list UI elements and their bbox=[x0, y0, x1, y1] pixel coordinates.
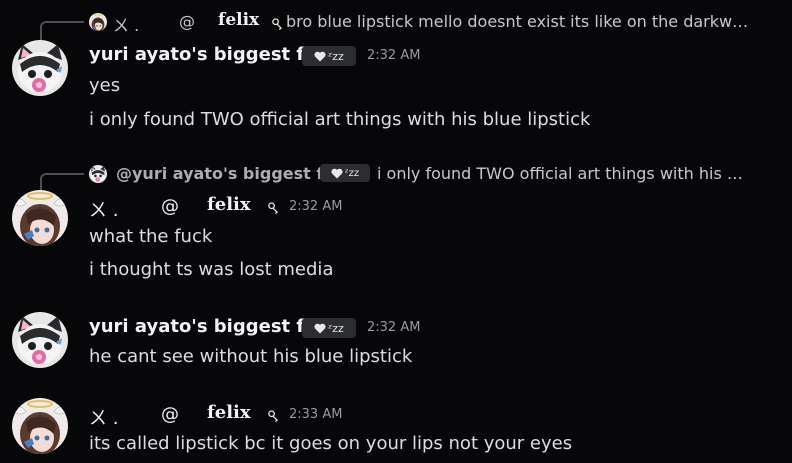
heart-icon bbox=[314, 51, 326, 62]
reply-author-name[interactable]: felix bbox=[218, 10, 259, 30]
badge-text: ᶻz𝗓 bbox=[344, 167, 360, 179]
reply-connector bbox=[40, 21, 84, 41]
message-timestamp: 2:33 AM bbox=[289, 407, 343, 422]
message-text: what the fuck bbox=[89, 226, 213, 247]
pin-tag-icon bbox=[267, 408, 278, 427]
status-badge[interactable]: ᶻz𝗓 bbox=[302, 318, 356, 338]
status-badge[interactable]: ᶻz𝗓 bbox=[320, 164, 370, 182]
avatar[interactable] bbox=[12, 190, 68, 246]
reply-avatar[interactable] bbox=[89, 165, 107, 183]
reply-author-name[interactable]: @yuri ayato's biggest fan bbox=[116, 164, 346, 183]
message-author[interactable]: yuri ayato's biggest fan bbox=[89, 44, 329, 65]
message-author[interactable]: felix bbox=[207, 402, 251, 423]
reply-author-symbols[interactable]: ㄨ . bbox=[113, 12, 139, 36]
heart-icon bbox=[314, 323, 326, 334]
badge-text: ᶻz𝗓 bbox=[328, 49, 344, 63]
message-text: he cant see without his blue lipstick bbox=[89, 346, 413, 367]
message-text: its called lipstick bc it goes on your l… bbox=[89, 433, 573, 454]
status-badge[interactable]: ᶻz𝗓 bbox=[302, 46, 356, 66]
author-at[interactable]: @ bbox=[161, 196, 179, 217]
message-timestamp: 2:32 AM bbox=[367, 320, 421, 335]
pin-tag-icon bbox=[267, 200, 278, 219]
message-text: i thought ts was lost media bbox=[89, 259, 334, 280]
reply-author-at[interactable]: @ bbox=[179, 12, 195, 31]
message-text: i only found TWO official art things wit… bbox=[89, 109, 591, 130]
avatar[interactable] bbox=[12, 312, 68, 368]
author-at[interactable]: @ bbox=[161, 404, 179, 425]
reply-preview-text[interactable]: bro blue lipstick mello doesnt exist its… bbox=[286, 12, 748, 31]
message-author[interactable]: felix bbox=[207, 194, 251, 215]
heart-icon bbox=[331, 168, 343, 179]
message-timestamp: 2:32 AM bbox=[367, 48, 421, 63]
message-timestamp: 2:32 AM bbox=[289, 199, 343, 214]
message-author[interactable]: yuri ayato's biggest fan bbox=[89, 316, 329, 337]
badge-text: ᶻz𝗓 bbox=[328, 321, 344, 335]
author-symbols[interactable]: ㄨ . bbox=[89, 196, 118, 222]
message-text: yes bbox=[89, 75, 121, 96]
avatar[interactable] bbox=[12, 398, 68, 454]
reply-preview-text[interactable]: i only found TWO official art things wit… bbox=[377, 164, 743, 183]
author-symbols[interactable]: ㄨ . bbox=[89, 404, 118, 430]
reply-avatar[interactable] bbox=[89, 13, 107, 31]
avatar[interactable] bbox=[12, 40, 68, 96]
pin-tag-icon bbox=[271, 16, 282, 35]
